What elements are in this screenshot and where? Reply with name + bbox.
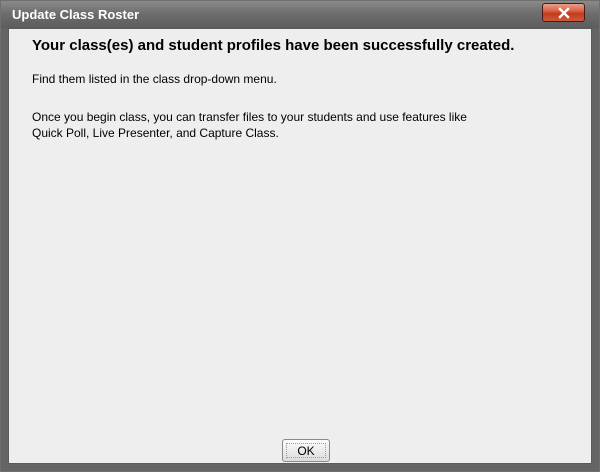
- success-headline: Your class(es) and student profiles have…: [32, 37, 515, 54]
- info-line-features-1: Once you begin class, you can transfer f…: [32, 110, 467, 124]
- window-title: Update Class Roster: [12, 7, 140, 22]
- dialog-content: [8, 28, 592, 464]
- ok-button-label: OK: [286, 443, 326, 458]
- title-bar[interactable]: Update Class Roster: [1, 1, 599, 28]
- close-button[interactable]: [542, 3, 585, 22]
- info-line-features-2: Quick Poll, Live Presenter, and Capture …: [32, 126, 279, 140]
- close-icon: [558, 7, 570, 19]
- dialog-window: Update Class Roster Your class(es) and s…: [0, 0, 600, 472]
- ok-button[interactable]: OK: [282, 439, 330, 462]
- info-line-dropdown: Find them listed in the class drop-down …: [32, 72, 277, 86]
